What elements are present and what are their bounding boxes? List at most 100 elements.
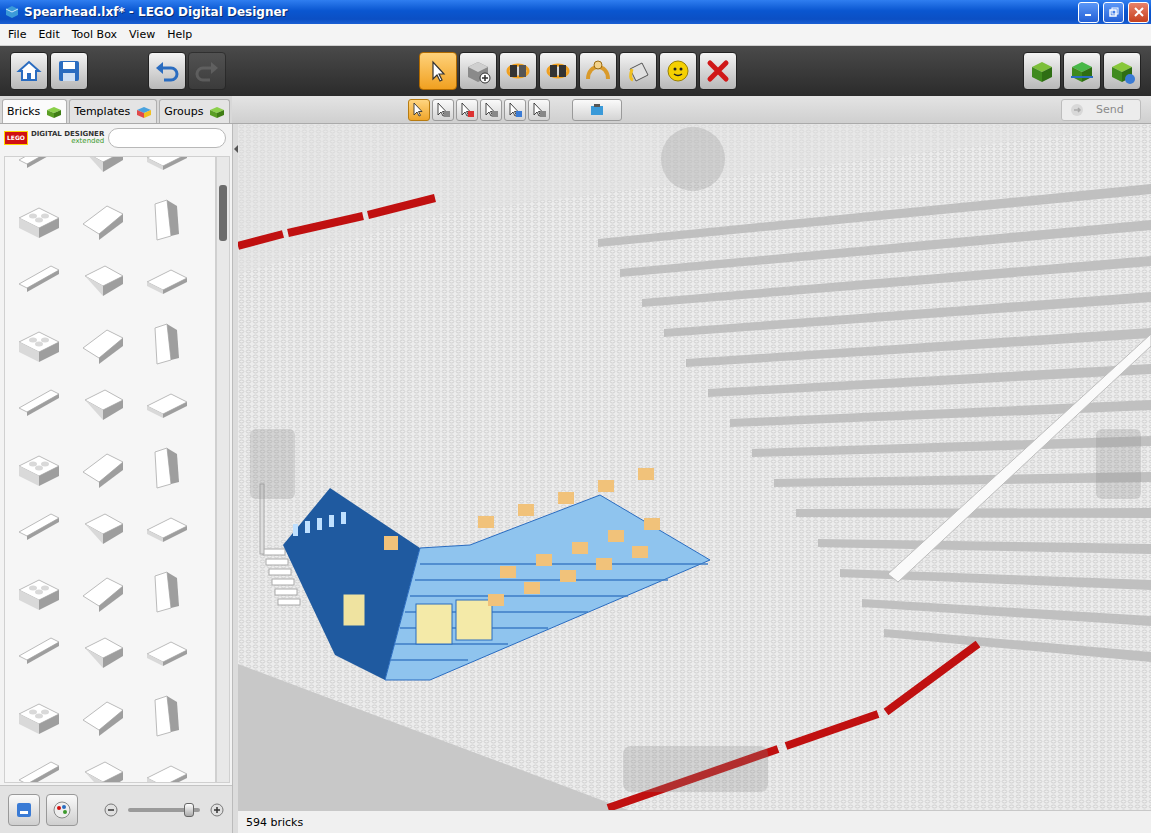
send-button[interactable]: Send: [1061, 99, 1141, 121]
build-mode-icon: [1028, 57, 1056, 85]
collapse-palette-button[interactable]: [8, 794, 40, 826]
brick-icon[interactable]: [13, 504, 65, 556]
select-shape-button[interactable]: [528, 99, 550, 121]
brick-icon[interactable]: [141, 752, 193, 783]
send-icon: [1070, 103, 1084, 117]
brick-icon[interactable]: [13, 256, 65, 308]
app-window: Spearhead.lxf* - LEGO Digital DesignerFi…: [0, 0, 1151, 833]
template-icon: [136, 105, 152, 119]
brick-icon[interactable]: [141, 256, 193, 308]
palette-footer: [0, 785, 232, 833]
view-mode-icon: [1068, 57, 1096, 85]
select-single-button[interactable]: [408, 99, 430, 121]
build-scene[interactable]: [238, 124, 1151, 810]
undo-button[interactable]: [148, 52, 186, 90]
redo-button[interactable]: [188, 52, 226, 90]
brick-icon[interactable]: [141, 504, 193, 556]
hinge-icon: [504, 57, 532, 85]
palette-tab[interactable]: Bricks: [2, 99, 67, 123]
menu-item[interactable]: View: [123, 26, 161, 43]
brick-icon[interactable]: [141, 380, 193, 432]
save-button[interactable]: [50, 52, 88, 90]
delete-icon: [705, 58, 731, 84]
brick-icon[interactable]: [141, 566, 193, 618]
minimize-button[interactable]: [1078, 2, 1099, 23]
delete-tool[interactable]: [699, 52, 737, 90]
brick-icon[interactable]: [13, 380, 65, 432]
palette-scrollbar[interactable]: [216, 156, 230, 783]
brick-icon[interactable]: [13, 194, 65, 246]
build-mode-button[interactable]: [1023, 52, 1061, 90]
home-button[interactable]: [10, 52, 48, 90]
ldd-logo: LEGODIGITAL DESIGNERextended: [4, 131, 104, 145]
menu-item[interactable]: Tool Box: [66, 26, 123, 43]
brick-icon[interactable]: [77, 194, 129, 246]
select-connected-button[interactable]: [480, 99, 502, 121]
menu-item[interactable]: Help: [161, 26, 198, 43]
brick-icon[interactable]: [77, 256, 129, 308]
menu-item[interactable]: File: [2, 26, 32, 43]
maximize-button[interactable]: [1103, 2, 1124, 23]
minimize-icon: [1084, 7, 1094, 17]
undo-icon: [154, 58, 180, 84]
brick-tab-icon: [209, 105, 225, 119]
brick-icon[interactable]: [77, 156, 129, 184]
redo-icon: [194, 58, 220, 84]
camera-button[interactable]: [572, 99, 622, 121]
hide-tool[interactable]: [659, 52, 697, 90]
paint-tool[interactable]: [619, 52, 657, 90]
brick-icon[interactable]: [13, 442, 65, 494]
select-shape-icon: [531, 102, 547, 118]
brick-icon[interactable]: [13, 752, 65, 783]
zoom-slider[interactable]: [128, 808, 200, 812]
color-palette-button[interactable]: [46, 794, 78, 826]
instructions-mode-button[interactable]: [1103, 52, 1141, 90]
hinge-tool[interactable]: [499, 52, 537, 90]
brick-icon[interactable]: [13, 690, 65, 742]
red-border-bricks: [238, 198, 978, 808]
restore-icon: [1109, 7, 1119, 17]
toolbar: [0, 46, 1151, 96]
select-single-icon: [411, 102, 427, 118]
menu-bar: FileEditTool BoxViewHelp: [0, 24, 1151, 46]
select-remove-button[interactable]: [456, 99, 478, 121]
hinge-align-tool[interactable]: [539, 52, 577, 90]
menu-item[interactable]: Edit: [32, 26, 65, 43]
instructions-mode-icon: [1108, 57, 1136, 85]
brick-icon[interactable]: [141, 194, 193, 246]
brick-icon[interactable]: [13, 318, 65, 370]
view-mode-button[interactable]: [1063, 52, 1101, 90]
3d-viewport[interactable]: [238, 124, 1151, 810]
brick-icon[interactable]: [141, 442, 193, 494]
brick-icon[interactable]: [77, 752, 129, 783]
brick-icon[interactable]: [77, 566, 129, 618]
select-add-button[interactable]: [432, 99, 454, 121]
brick-icon[interactable]: [141, 628, 193, 680]
brick-icon[interactable]: [77, 380, 129, 432]
flex-icon: [584, 57, 612, 85]
search-field[interactable]: [108, 128, 226, 148]
brick-icon[interactable]: [77, 318, 129, 370]
zoom-out-icon[interactable]: [104, 803, 118, 817]
brick-icon[interactable]: [77, 628, 129, 680]
status-bar: 594 bricks: [238, 810, 1151, 833]
brick-icon[interactable]: [141, 156, 193, 184]
brick-icon[interactable]: [13, 566, 65, 618]
brick-icon[interactable]: [77, 690, 129, 742]
brick-icon[interactable]: [77, 442, 129, 494]
palette-tab[interactable]: Groups: [159, 99, 230, 123]
hide-icon: [664, 57, 692, 85]
flex-tool[interactable]: [579, 52, 617, 90]
select-color-button[interactable]: [504, 99, 526, 121]
brick-icon[interactable]: [141, 318, 193, 370]
palette-tab[interactable]: Templates: [69, 99, 157, 123]
zoom-slider-knob[interactable]: [184, 803, 194, 817]
select-tool[interactable]: [419, 52, 457, 90]
brick-icon[interactable]: [141, 690, 193, 742]
zoom-in-icon[interactable]: [210, 803, 224, 817]
brick-icon[interactable]: [77, 504, 129, 556]
clone-tool[interactable]: [459, 52, 497, 90]
brick-icon[interactable]: [13, 628, 65, 680]
close-button[interactable]: [1128, 2, 1149, 23]
brick-icon[interactable]: [13, 156, 65, 184]
